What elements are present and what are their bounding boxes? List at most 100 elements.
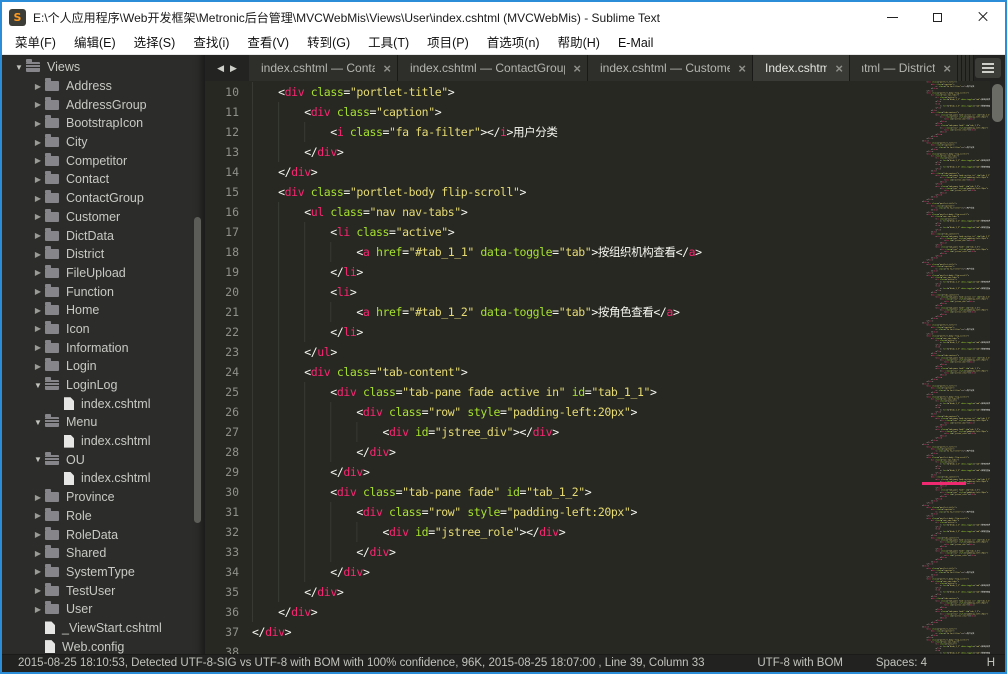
sidebar-item-index-cshtml[interactable]: index.cshtml [2, 432, 205, 451]
sidebar-item-login[interactable]: ▶ Login [2, 357, 205, 376]
collapsed-arrow-icon[interactable]: ▶ [31, 156, 45, 165]
sidebar-item-user[interactable]: ▶ User [2, 600, 205, 619]
tab-close-icon[interactable]: × [573, 62, 581, 75]
menu-item-e[interactable]: 编辑(E) [65, 32, 125, 54]
sidebar-item-index-cshtml[interactable]: index.cshtml [2, 469, 205, 488]
tab-index-cshtml-contact[interactable]: index.cshtml — Contact × [249, 55, 398, 81]
sidebar-item-address[interactable]: ▶ Address [2, 77, 205, 96]
sidebar-item-province[interactable]: ▶ Province [2, 488, 205, 507]
collapsed-arrow-icon[interactable]: ▶ [31, 362, 45, 371]
menu-item-e-mail[interactable]: E-Mail [609, 32, 662, 54]
expanded-arrow-icon[interactable]: ▼ [31, 455, 45, 464]
sidebar-item-contact[interactable]: ▶ Contact [2, 170, 205, 189]
collapsed-arrow-icon[interactable]: ▶ [31, 212, 45, 221]
menu-item-p[interactable]: 项目(P) [418, 32, 478, 54]
collapsed-arrow-icon[interactable]: ▶ [31, 324, 45, 333]
sidebar-item-addressgroup[interactable]: ▶ AddressGroup [2, 95, 205, 114]
menu-item-g[interactable]: 转到(G) [298, 32, 359, 54]
menu-item-v[interactable]: 查看(V) [238, 32, 298, 54]
sidebar-scrollbar-thumb[interactable] [194, 217, 201, 523]
sidebar-item-viewstart-cshtml[interactable]: _ViewStart.cshtml [2, 619, 205, 638]
collapsed-arrow-icon[interactable]: ▶ [31, 119, 45, 128]
expanded-arrow-icon[interactable]: ▼ [12, 63, 26, 72]
menu-item-t[interactable]: 工具(T) [359, 32, 418, 54]
menu-item-h[interactable]: 帮助(H) [549, 32, 609, 54]
collapsed-arrow-icon[interactable]: ▶ [31, 530, 45, 539]
minimap[interactable]: <div class="portlet-title"> <div class="… [922, 81, 990, 654]
tab-index-cshtml-customer[interactable]: index.cshtml — Customer × [588, 55, 753, 81]
collapsed-arrow-icon[interactable]: ▶ [31, 138, 45, 147]
sidebar-item-systemtype[interactable]: ▶ SystemType [2, 563, 205, 582]
sidebar-item-ou[interactable]: ▼ OU [2, 450, 205, 469]
sidebar-item-loginlog[interactable]: ▼ LoginLog [2, 376, 205, 395]
sidebar-item-role[interactable]: ▶ Role [2, 507, 205, 526]
collapsed-arrow-icon[interactable]: ▶ [31, 194, 45, 203]
sidebar-item-roledata[interactable]: ▶ RoleData [2, 525, 205, 544]
sidebar-item-menu[interactable]: ▼ Menu [2, 413, 205, 432]
sidebar-item-web-config[interactable]: Web.config [2, 637, 205, 654]
collapsed-arrow-icon[interactable]: ▶ [31, 175, 45, 184]
status-syntax[interactable]: H [987, 655, 995, 672]
collapsed-arrow-icon[interactable]: ▶ [31, 567, 45, 576]
tab-close-icon[interactable]: × [835, 62, 843, 75]
sidebar-item-index-cshtml[interactable]: index.cshtml [2, 394, 205, 413]
indent-guides [252, 162, 279, 182]
sidebar-item-views[interactable]: ▼ Views [2, 58, 205, 77]
menu-item-s[interactable]: 选择(S) [125, 32, 185, 54]
sidebar-item-competitor[interactable]: ▶ Competitor [2, 151, 205, 170]
collapsed-arrow-icon[interactable]: ▶ [31, 287, 45, 296]
tab-close-icon[interactable]: × [383, 62, 391, 75]
maximize-button[interactable] [915, 2, 960, 32]
sidebar-item-information[interactable]: ▶ Information [2, 338, 205, 357]
tab-scroll-right-icon[interactable]: ▶ [230, 63, 237, 74]
tab-close-icon[interactable]: × [943, 62, 951, 75]
collapsed-arrow-icon[interactable]: ▶ [31, 100, 45, 109]
close-button[interactable] [960, 2, 1005, 32]
collapsed-arrow-icon[interactable]: ▶ [31, 511, 45, 520]
tab-label: index.cshtml — Customer [600, 61, 731, 75]
tab-scroll-left-icon[interactable]: ◀ [217, 63, 224, 74]
menu-item-i[interactable]: 查找(i) [184, 32, 238, 54]
collapsed-arrow-icon[interactable]: ▶ [31, 268, 45, 277]
sidebar-item-contactgroup[interactable]: ▶ ContactGroup [2, 189, 205, 208]
collapsed-arrow-icon[interactable]: ▶ [31, 343, 45, 352]
collapsed-arrow-icon[interactable]: ▶ [31, 586, 45, 595]
collapsed-arrow-icon[interactable]: ▶ [31, 82, 45, 91]
expanded-arrow-icon[interactable]: ▼ [31, 381, 45, 390]
sidebar-item-district[interactable]: ▶ District [2, 245, 205, 264]
sidebar-item-home[interactable]: ▶ Home [2, 301, 205, 320]
tab-shtml-district[interactable]: shtml — District × [850, 55, 958, 81]
sidebar-item-shared[interactable]: ▶ Shared [2, 544, 205, 563]
sidebar-item-icon[interactable]: ▶ Icon [2, 320, 205, 339]
editor-scrollbar-thumb[interactable] [992, 84, 1003, 122]
sidebar-item-function[interactable]: ▶ Function [2, 282, 205, 301]
tab-index-cshtml[interactable]: Index.cshtml × [753, 55, 850, 81]
tab-index-cshtml-contactgroup[interactable]: index.cshtml — ContactGroup × [398, 55, 588, 81]
collapsed-tab[interactable] [970, 55, 974, 81]
sidebar-item-testuser[interactable]: ▶ TestUser [2, 581, 205, 600]
minimize-button[interactable] [870, 2, 915, 32]
editor-scrollbar[interactable] [990, 81, 1005, 654]
menu-item-f[interactable]: 菜单(F) [6, 32, 65, 54]
collapsed-arrow-icon[interactable]: ▶ [31, 549, 45, 558]
tab-close-icon[interactable]: × [738, 62, 746, 75]
sidebar-item-fileupload[interactable]: ▶ FileUpload [2, 264, 205, 283]
sidebar-item-customer[interactable]: ▶ Customer [2, 208, 205, 227]
sidebar-item-dictdata[interactable]: ▶ DictData [2, 226, 205, 245]
expanded-arrow-icon[interactable]: ▼ [31, 418, 45, 427]
collapsed-arrow-icon[interactable]: ▶ [31, 231, 45, 240]
menu-item-n[interactable]: 首选项(n) [478, 32, 549, 54]
collapsed-arrow-icon[interactable]: ▶ [31, 493, 45, 502]
status-encoding[interactable]: UTF-8 with BOM [757, 655, 843, 672]
code-editor[interactable]: 10 <div class="portlet-title"> 11 <div cl… [205, 81, 1005, 654]
tab-label: index.cshtml — ContactGroup [410, 61, 566, 75]
sidebar-item-city[interactable]: ▶ City [2, 133, 205, 152]
tab-overflow-menu-icon[interactable] [975, 58, 1001, 78]
sidebar-item-bootstrapicon[interactable]: ▶ BootstrapIcon [2, 114, 205, 133]
collapsed-arrow-icon[interactable]: ▶ [31, 250, 45, 259]
collapsed-arrow-icon[interactable]: ▶ [31, 605, 45, 614]
status-indentation[interactable]: Spaces: 4 [876, 655, 927, 672]
collapsed-arrow-icon[interactable]: ▶ [31, 306, 45, 315]
sidebar-file-tree[interactable]: ▼ Views ▶ Address ▶ AddressGroup ▶ BootstrapIco… [2, 55, 205, 654]
code-text-area[interactable]: 10 <div class="portlet-title"> 11 <div cl… [205, 81, 909, 654]
